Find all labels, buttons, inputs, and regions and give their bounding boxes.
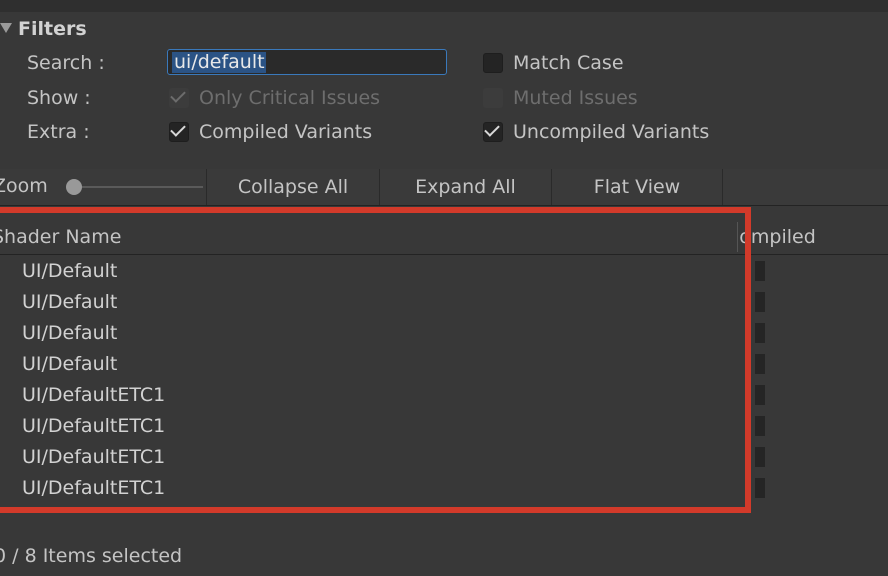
search-label: Search : (27, 52, 105, 74)
shader-name-cell: UI/DefaultETC1 (22, 415, 166, 437)
checkmark-icon (484, 121, 500, 137)
table-row[interactable]: UI/DefaultETC1 (0, 410, 888, 441)
collapse-all-button[interactable]: Collapse All (206, 169, 379, 205)
shader-name-cell: UI/DefaultETC1 (22, 446, 166, 468)
table-row[interactable]: UI/Default (0, 348, 888, 379)
muted-issues-checkbox[interactable] (483, 88, 503, 108)
table-row[interactable]: UI/DefaultETC1 (0, 472, 888, 503)
muted-issues-label: Muted Issues (513, 87, 638, 109)
filters-title-label: Filters (18, 18, 87, 40)
uncompiled-variants-checkbox[interactable] (483, 121, 503, 142)
compiled-cell (755, 416, 765, 436)
foldout-triangle-icon (0, 22, 12, 33)
uncompiled-variants-label: Uncompiled Variants (513, 121, 710, 143)
search-input[interactable]: ui/default (167, 49, 447, 75)
table-row[interactable]: UI/Default (0, 286, 888, 317)
selection-status: 0 / 8 Items selected (0, 545, 183, 567)
checkmark-icon (170, 121, 186, 137)
compiled-cell (755, 292, 765, 312)
show-label: Show : (27, 87, 91, 109)
column-divider[interactable] (737, 222, 738, 252)
column-header-shader-name[interactable]: Shader Name (0, 226, 200, 248)
compiled-cell (755, 354, 765, 374)
shader-name-cell: UI/Default (22, 291, 118, 313)
column-header-compiled[interactable]: Compiled (740, 226, 860, 248)
table-row[interactable]: UI/DefaultETC1 (0, 441, 888, 472)
compiled-cell (755, 478, 765, 498)
zoom-label: Zoom (0, 175, 48, 197)
table-header: Shader Name Compiled (0, 220, 888, 255)
search-input-text: ui/default (174, 51, 265, 73)
table-row[interactable]: UI/Default (0, 317, 888, 348)
shader-name-cell: UI/DefaultETC1 (22, 477, 166, 499)
top-strip (0, 0, 888, 12)
shader-name-cell: UI/DefaultETC1 (22, 384, 166, 406)
compiled-variants-label: Compiled Variants (199, 121, 373, 143)
only-critical-label: Only Critical Issues (199, 87, 381, 109)
compiled-variants-checkbox[interactable] (169, 121, 189, 142)
shader-name-cell: UI/Default (22, 322, 118, 344)
compiled-cell (755, 261, 765, 281)
zoom-slider-track[interactable] (70, 186, 203, 188)
compiled-cell (755, 385, 765, 405)
checkmark-icon (170, 87, 186, 103)
flat-view-button[interactable]: Flat View (551, 169, 723, 205)
extra-label: Extra : (27, 121, 90, 143)
table-row[interactable]: UI/Default (0, 255, 888, 286)
match-case-label: Match Case (513, 52, 624, 74)
filters-panel: Filters Search : ui/default Match Case S… (0, 12, 888, 153)
zoom-slider-thumb[interactable] (66, 179, 82, 195)
expand-all-button[interactable]: Expand All (379, 169, 551, 205)
compiled-cell (755, 447, 765, 467)
match-case-checkbox[interactable] (483, 53, 503, 73)
filters-foldout[interactable]: Filters (0, 18, 87, 40)
toolbar: Zoom Collapse All Expand All Flat View (0, 169, 888, 206)
compiled-cell (755, 323, 765, 343)
only-critical-checkbox[interactable] (169, 87, 189, 108)
table-row[interactable]: UI/DefaultETC1 (0, 379, 888, 410)
shader-name-cell: UI/Default (22, 260, 118, 282)
shader-name-cell: UI/Default (22, 353, 118, 375)
